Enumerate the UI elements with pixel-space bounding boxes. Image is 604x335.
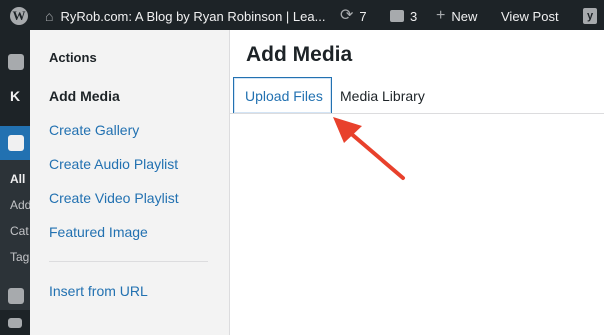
modal-title: Add Media (246, 43, 353, 66)
comment-bubble-icon (390, 10, 404, 22)
tabs-divider (230, 113, 604, 114)
view-post-label: View Post (501, 8, 559, 24)
dashboard-icon[interactable] (8, 54, 24, 70)
admin-side-menu: K All Add Cat Tag (0, 32, 30, 335)
admin-bar: W ⌂ RyRob.com: A Blog by Ryan Robinson |… (0, 0, 604, 32)
plus-icon: + (436, 7, 446, 24)
updates-count: 7 (359, 8, 367, 24)
menu-letter-k[interactable]: K (10, 88, 20, 104)
site-title: RyRob.com: A Blog by Ryan Robinson | Lea… (60, 8, 326, 24)
pages-icon[interactable] (8, 318, 22, 328)
submenu-item-add[interactable]: Add (10, 198, 30, 212)
yoast-icon: y (583, 8, 597, 24)
sidebar-divider (49, 261, 208, 262)
media-modal-sidebar: Actions Add Media Create Gallery Create … (30, 30, 230, 335)
submenu-item-all[interactable]: All (10, 172, 25, 186)
home-icon: ⌂ (45, 8, 54, 24)
refresh-icon: ⟳ (340, 7, 354, 24)
site-name-link[interactable]: ⌂ RyRob.com: A Blog by Ryan Robinson | L… (45, 0, 325, 32)
media-modal: Actions Add Media Create Gallery Create … (30, 30, 604, 335)
pin-icon (8, 135, 24, 151)
yoast-menu[interactable]: y (583, 0, 597, 32)
wordpress-logo-icon[interactable]: W (8, 0, 30, 32)
media-icon[interactable] (8, 288, 24, 304)
wordpress-logo-mark: W (10, 7, 28, 25)
new-label: New (451, 8, 478, 24)
updates-link[interactable]: ⟳ 7 (340, 0, 367, 32)
menu-create-audio-playlist[interactable]: Create Audio Playlist (49, 156, 178, 172)
tab-upload-files[interactable]: Upload Files (233, 77, 332, 114)
menu-add-media[interactable]: Add Media (49, 88, 120, 104)
comments-count: 3 (410, 8, 418, 24)
view-post-link[interactable]: View Post (501, 0, 559, 32)
submenu-item-cat[interactable]: Cat (10, 224, 29, 238)
menu-insert-from-url[interactable]: Insert from URL (49, 283, 148, 299)
new-content-link[interactable]: + New (436, 0, 477, 32)
comments-link[interactable]: 3 (390, 0, 417, 32)
menu-create-video-playlist[interactable]: Create Video Playlist (49, 190, 179, 206)
submenu-item-tag[interactable]: Tag (10, 250, 29, 264)
tab-media-library[interactable]: Media Library (340, 77, 425, 114)
media-modal-content: Add Media Upload Files Media Library (230, 30, 604, 335)
menu-featured-image[interactable]: Featured Image (49, 224, 148, 240)
posts-menu-item-active[interactable] (0, 126, 30, 160)
menu-create-gallery[interactable]: Create Gallery (49, 122, 139, 138)
actions-heading: Actions (49, 50, 97, 65)
